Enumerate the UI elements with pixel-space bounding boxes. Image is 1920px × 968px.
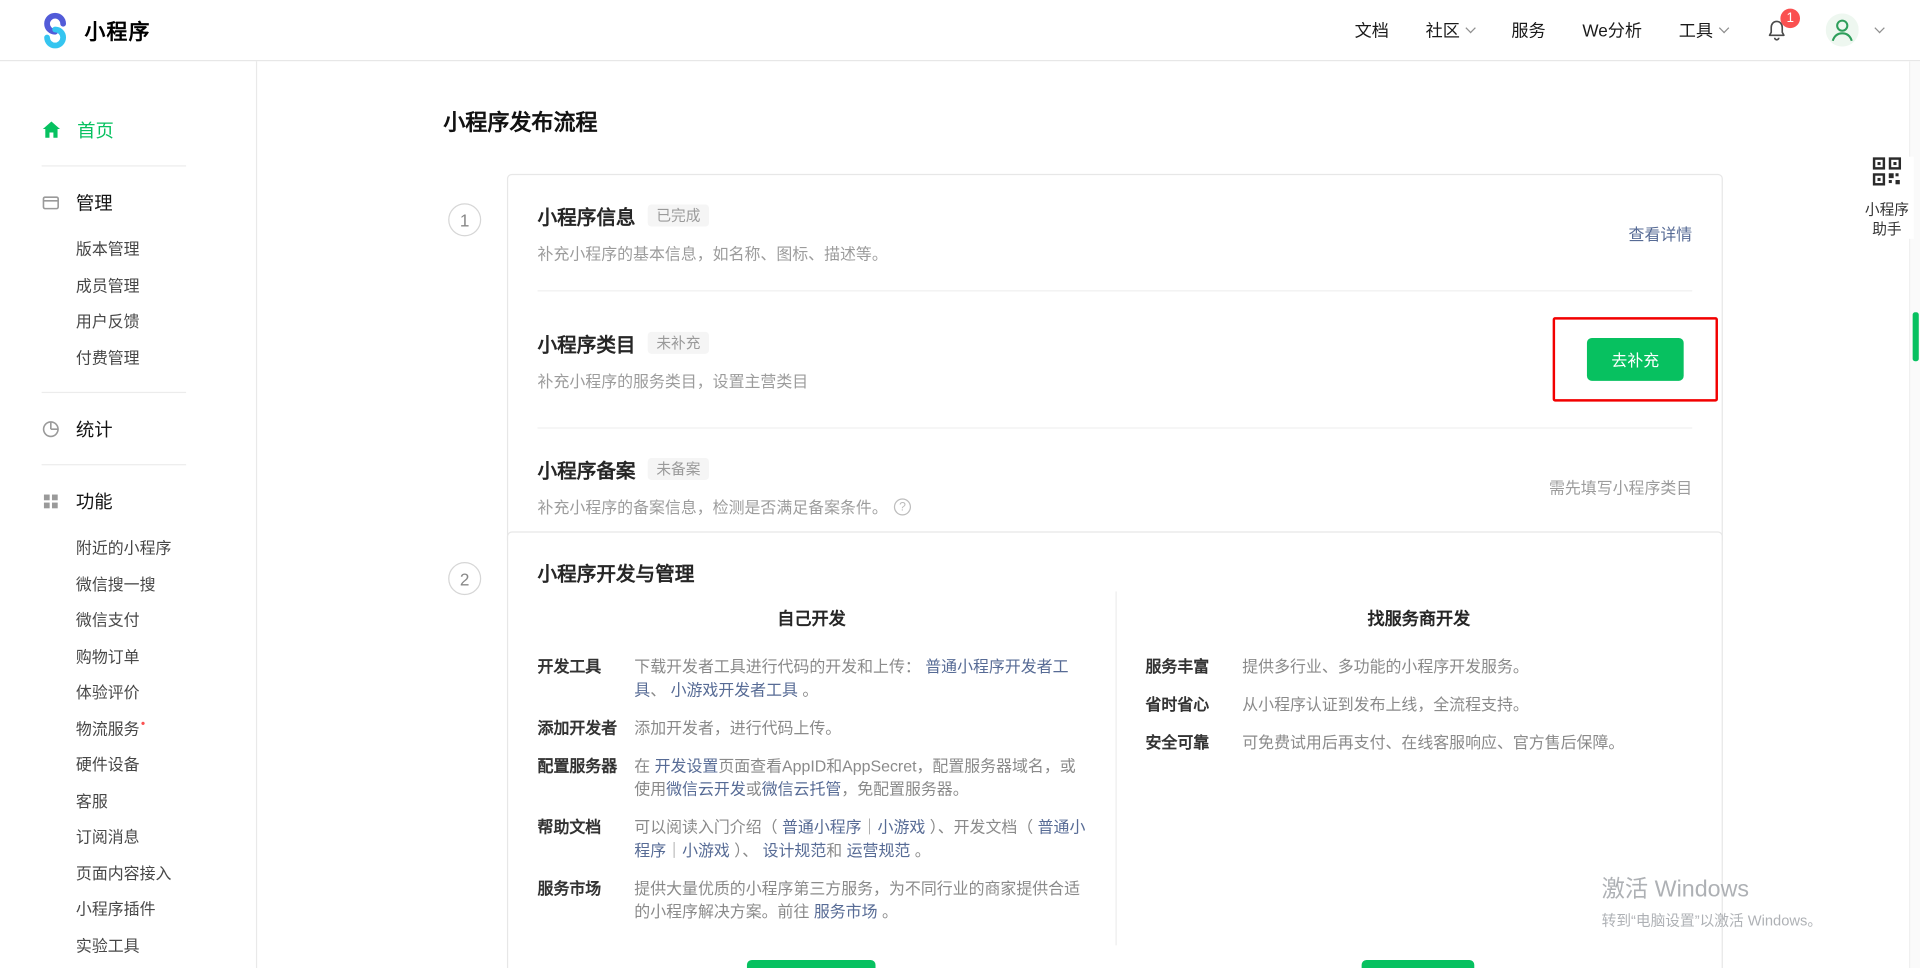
section-title: 小程序类目 xyxy=(538,328,636,357)
sidebar-group-statistics[interactable]: 统计 xyxy=(0,409,256,448)
chevron-down-icon xyxy=(1874,22,1884,32)
self-develop-header: 自己开发 xyxy=(538,606,1086,630)
sidebar-item-shopping-orders[interactable]: 购物订单 xyxy=(0,639,256,675)
status-badge-not-filed: 未备案 xyxy=(648,458,709,480)
chevron-down-icon xyxy=(1466,22,1476,32)
miniprogram-assistant-widget[interactable]: 小程序助手 xyxy=(1860,157,1914,239)
notification-badge: 1 xyxy=(1780,8,1800,28)
grid-icon xyxy=(42,492,60,510)
inline-link[interactable]: 小游戏 xyxy=(682,841,730,859)
sidebar-item-experimental-tools[interactable]: 实验工具 xyxy=(0,928,256,964)
pie-chart-icon xyxy=(42,419,60,437)
sidebar-item-wechat-pay[interactable]: 微信支付 xyxy=(0,602,256,638)
inline-link[interactable]: 微信云开发 xyxy=(666,780,746,798)
section-title: 小程序信息 xyxy=(538,201,636,230)
row-configure-server: 配置服务器 在 开发设置页面查看AppID和AppSecret，配置服务器域名，… xyxy=(538,754,1086,801)
sidebar-item-page-content-access[interactable]: 页面内容接入 xyxy=(0,855,256,891)
sidebar-item-payment-management[interactable]: 付费管理 xyxy=(0,340,256,376)
sidebar-item-member-management[interactable]: 成员管理 xyxy=(0,268,256,304)
sidebar: 首页 管理 版本管理 成员管理 用户反馈 付费管理 统计 功能 xyxy=(0,61,257,968)
inline-link[interactable]: 运营规范 xyxy=(847,841,911,859)
inline-link[interactable]: 开发设置 xyxy=(655,757,719,775)
new-badge-dot: • xyxy=(141,718,145,731)
nav-item-service[interactable]: 服务 xyxy=(1511,18,1545,42)
miniprogram-logo-icon xyxy=(37,12,74,49)
nav-item-community[interactable]: 社区 xyxy=(1426,18,1475,42)
sidebar-item-hardware-devices[interactable]: 硬件设备 xyxy=(0,747,256,783)
sidebar-divider xyxy=(42,464,186,465)
provider-develop-column: 找服务商开发 服务丰富 提供多行业、多功能的小程序开发服务。 省时省心 从小程序… xyxy=(1115,591,1722,945)
help-icon[interactable]: ? xyxy=(894,498,911,515)
scrollbar-thumb[interactable] xyxy=(1913,312,1919,361)
management-icon xyxy=(42,193,60,211)
row-miniprogram-category: 小程序类目 未补充 补充小程序的服务类目，设置主营类目 去补充 xyxy=(508,291,1721,427)
row-dev-tools: 开发工具 下载开发者工具进行代码的开发和上传： 普通小程序开发者工具、 小游戏开… xyxy=(538,655,1086,702)
row-rich-services: 服务丰富 提供多行业、多功能的小程序开发服务。 xyxy=(1146,655,1693,678)
row-add-developer: 添加开发者 添加开发者，进行代码上传。 xyxy=(538,716,1086,739)
step-1-card: 小程序信息 已完成 补充小程序的基本信息，如名称、图标、描述等。 查看详情 小程… xyxy=(507,174,1723,545)
sidebar-item-home[interactable]: 首页 xyxy=(0,110,256,149)
account-menu[interactable] xyxy=(1826,13,1884,46)
sidebar-divider xyxy=(42,392,186,393)
add-developer-button[interactable]: 添加开发者 xyxy=(747,960,876,968)
sidebar-item-customer-service[interactable]: 客服 xyxy=(0,783,256,819)
inline-link[interactable]: 小游戏开发者工具 xyxy=(671,681,798,699)
sidebar-item-experience-review[interactable]: 体验评价 xyxy=(0,675,256,711)
inline-link[interactable]: 小游戏 xyxy=(878,818,926,836)
sidebar-group-management-items: 版本管理 成员管理 用户反馈 付费管理 xyxy=(0,231,256,375)
self-develop-column: 自己开发 开发工具 下载开发者工具进行代码的开发和上传： 普通小程序开发者工具、… xyxy=(508,591,1115,945)
sidebar-item-nearby-miniprograms[interactable]: 附近的小程序 xyxy=(0,530,256,566)
top-navbar: 小程序 文档 社区 服务 We分析 工具 1 xyxy=(0,0,1920,61)
wechat-miniprogram-console: 小程序 文档 社区 服务 We分析 工具 1 xyxy=(0,0,1920,968)
brand-title: 小程序 xyxy=(84,15,150,46)
home-brand[interactable]: 小程序 xyxy=(37,12,151,49)
row-help-docs: 帮助文档 可以阅读入门介绍（ 普通小程序｜小游戏 ）、开发文档（ 普通小程序｜小… xyxy=(538,816,1086,863)
row-miniprogram-filing: 小程序备案 未备案 补充小程序的备案信息，检测是否满足备案条件。 ? 需先填写小… xyxy=(508,429,1721,544)
go-now-button[interactable]: 立即前往 xyxy=(1362,960,1475,968)
sidebar-divider xyxy=(42,165,186,166)
row-miniprogram-info: 小程序信息 已完成 补充小程序的基本信息，如名称、图标、描述等。 查看详情 xyxy=(508,175,1721,290)
main-content: 小程序发布流程 1 小程序信息 已完成 补充小程序的基本信息，如名称、图标、描述… xyxy=(257,61,1920,968)
qr-code-icon xyxy=(1872,157,1901,186)
nav-item-tools[interactable]: 工具 xyxy=(1679,18,1728,42)
row-time-saving: 省时省心 从小程序认证到发布上线，全流程支持。 xyxy=(1146,693,1693,716)
nav-item-we-analysis[interactable]: We分析 xyxy=(1582,18,1642,42)
page-title: 小程序发布流程 xyxy=(443,105,597,137)
row-safe-reliable: 安全可靠 可免费试用后再支付、在线客服响应、官方售后保障。 xyxy=(1146,731,1693,754)
section-title: 小程序备案 xyxy=(538,454,636,483)
sidebar-group-features-items: 附近的小程序 微信搜一搜 微信支付 购物订单 体验评价 物流服务• 硬件设备 客… xyxy=(0,530,256,963)
inline-link[interactable]: 服务市场 xyxy=(814,902,878,920)
go-complete-button[interactable]: 去补充 xyxy=(1587,338,1684,381)
status-badge-incomplete: 未补充 xyxy=(648,331,709,353)
provider-develop-header: 找服务商开发 xyxy=(1146,606,1693,630)
step-2-number: 2 xyxy=(448,562,481,595)
notification-bell[interactable]: 1 xyxy=(1764,18,1788,42)
step-2-card: 小程序开发与管理 自己开发 开发工具 下载开发者工具进行代码的开发和上传： 普通… xyxy=(507,531,1723,968)
highlight-box: 去补充 xyxy=(1553,317,1718,401)
view-details-link[interactable]: 查看详情 xyxy=(1629,221,1693,244)
chevron-down-icon xyxy=(1719,22,1729,32)
sidebar-item-miniprogram-plugins[interactable]: 小程序插件 xyxy=(0,891,256,927)
sidebar-item-logistics-service[interactable]: 物流服务• xyxy=(0,711,256,747)
step-1-number: 1 xyxy=(448,203,481,236)
sidebar-item-version-management[interactable]: 版本管理 xyxy=(0,231,256,267)
inline-link[interactable]: 微信云托管 xyxy=(762,780,842,798)
row-service-market: 服务市场 提供大量优质的小程序第三方服务，为不同行业的商家提供合适的小程序解决方… xyxy=(538,877,1086,924)
sidebar-item-user-feedback[interactable]: 用户反馈 xyxy=(0,304,256,340)
nav-item-docs[interactable]: 文档 xyxy=(1355,18,1389,42)
dev-management-title: 小程序开发与管理 xyxy=(508,533,1721,592)
navbar-menu: 文档 社区 服务 We分析 工具 1 xyxy=(1355,13,1884,46)
filing-precondition-note: 需先填写小程序类目 xyxy=(1549,474,1692,497)
inline-link[interactable]: 设计规范 xyxy=(763,841,827,859)
sidebar-group-features[interactable]: 功能 xyxy=(0,481,256,520)
inline-link[interactable]: 普通小程序 xyxy=(782,818,862,836)
sidebar-group-management[interactable]: 管理 xyxy=(0,182,256,221)
sidebar-item-wechat-search[interactable]: 微信搜一搜 xyxy=(0,566,256,602)
user-avatar xyxy=(1826,13,1859,46)
assistant-label: 小程序助手 xyxy=(1860,200,1914,239)
sidebar-item-subscribe-messages[interactable]: 订阅消息 xyxy=(0,819,256,855)
status-badge-completed: 已完成 xyxy=(648,204,709,226)
home-icon xyxy=(42,120,62,140)
